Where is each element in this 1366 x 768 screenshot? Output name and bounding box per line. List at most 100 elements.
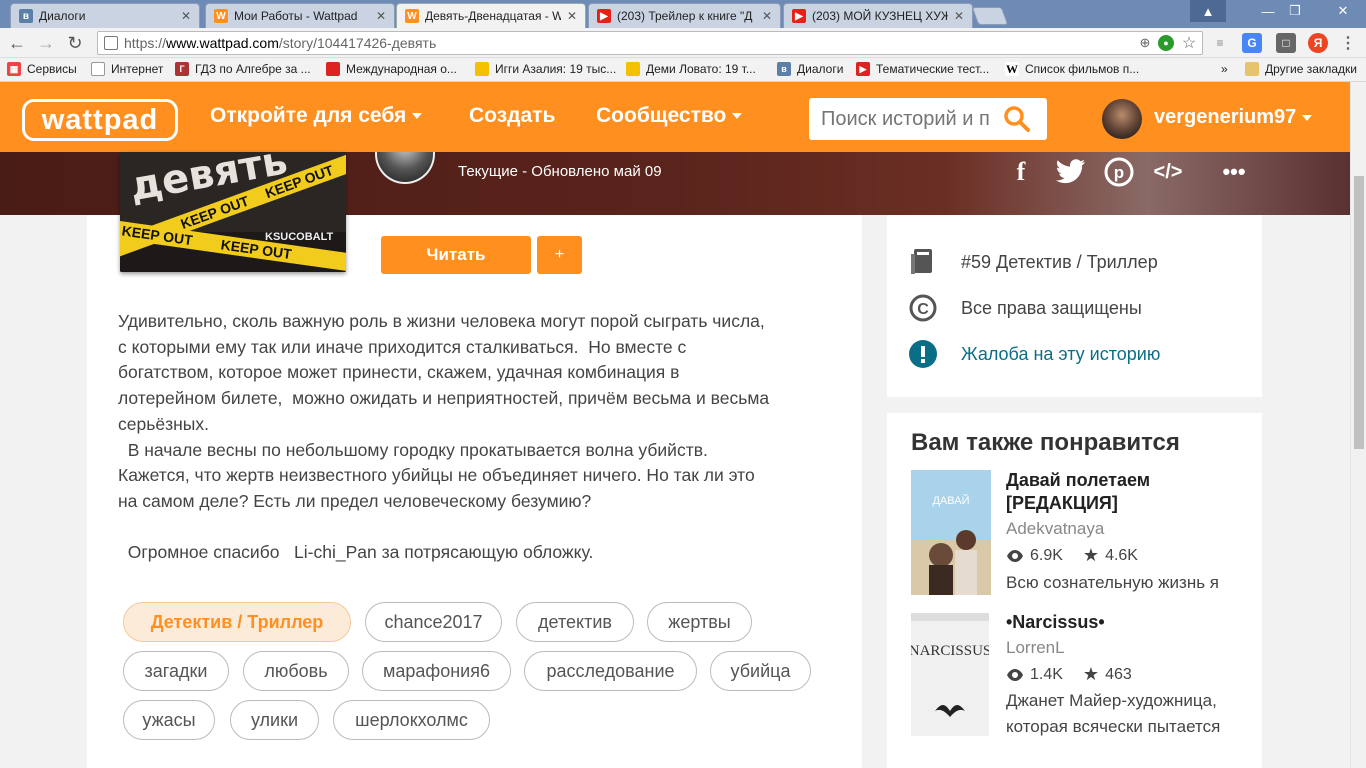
- tag[interactable]: расследование: [524, 651, 697, 691]
- yandex-icon[interactable]: Я: [1308, 33, 1328, 53]
- browser-tab[interactable]: в Диалоги ✕: [10, 3, 200, 28]
- apps-icon: ▦: [7, 62, 21, 76]
- eye-icon: [1006, 549, 1024, 563]
- bookmark-item[interactable]: Игги Азалия: 19 тыс...: [475, 62, 616, 76]
- tag[interactable]: chance2017: [365, 602, 502, 642]
- copyright-label: Все права защищены: [961, 297, 1142, 318]
- close-icon[interactable]: ✕: [376, 9, 386, 23]
- rank-row[interactable]: #59 Детектив / Триллер: [909, 248, 1158, 276]
- tag[interactable]: улики: [230, 700, 319, 740]
- vk-icon: в: [777, 62, 791, 76]
- rec-cover[interactable]: ДАВАЙ: [911, 470, 991, 595]
- page-info-icon[interactable]: [104, 36, 118, 50]
- browser-tab[interactable]: W Мои Работы - Wattpad ✕: [205, 3, 395, 28]
- nav-create-label: Создать: [469, 104, 556, 127]
- read-button[interactable]: Читать: [381, 236, 531, 274]
- user-menu[interactable]: vergenerium97: [1154, 106, 1313, 129]
- embed-icon[interactable]: </>: [1152, 157, 1184, 187]
- copyright-row: C Все права защищены: [909, 294, 1142, 322]
- bookmark-item[interactable]: Деми Ловато: 19 т...: [626, 62, 756, 76]
- maximize-icon[interactable]: ❐: [1277, 0, 1313, 22]
- bookmark-item[interactable]: ▦ Сервисы: [7, 62, 77, 76]
- bookmark-item[interactable]: в Диалоги: [777, 62, 843, 76]
- zoom-icon[interactable]: ⊕: [1136, 34, 1154, 52]
- extension-icon[interactable]: □: [1276, 33, 1296, 53]
- browser-tab[interactable]: ▶ (203) МОЙ КУЗНЕЦ ХУЖ ✕: [783, 3, 973, 28]
- profile-icon[interactable]: ▲: [1190, 0, 1226, 22]
- bookmark-item[interactable]: ▶ Тематические тест...: [856, 62, 989, 76]
- bookmark-label: Сервисы: [27, 62, 77, 76]
- rec-description: Джанет Майер-художница, которая всячески…: [1006, 691, 1221, 736]
- search-icon[interactable]: [1003, 105, 1031, 133]
- tag[interactable]: любовь: [243, 651, 349, 691]
- bookmark-label: Игги Азалия: 19 тыс...: [495, 62, 617, 76]
- scrollbar-thumb[interactable]: [1354, 176, 1364, 449]
- alert-icon: [909, 340, 937, 368]
- avatar[interactable]: [1102, 99, 1142, 139]
- rec-cover-text: NARCISSUS: [911, 643, 989, 659]
- tag-primary[interactable]: Детектив / Триллер: [123, 602, 351, 642]
- close-icon[interactable]: ✕: [762, 9, 772, 23]
- bookmark-item[interactable]: W Список фильмов п...: [1005, 62, 1139, 76]
- yellow-icon: [475, 62, 489, 76]
- close-window-icon[interactable]: ✕: [1320, 0, 1366, 22]
- address-bar[interactable]: https://www.wattpad.com/story/104417426-…: [97, 31, 1203, 55]
- bookmark-item[interactable]: Международная о...: [326, 62, 457, 76]
- page-icon: [91, 62, 105, 76]
- rec-title[interactable]: •Narcissus•: [1006, 611, 1246, 634]
- close-icon[interactable]: ✕: [954, 9, 964, 23]
- bookmark-item[interactable]: Интернет: [91, 62, 163, 76]
- nav-discover[interactable]: Откройте для себя: [210, 104, 423, 128]
- translate-icon[interactable]: G: [1242, 33, 1262, 53]
- close-icon[interactable]: ✕: [181, 9, 191, 23]
- back-icon[interactable]: ←: [6, 32, 28, 54]
- pinterest-icon[interactable]: p: [1104, 157, 1134, 187]
- youtube-icon: ▶: [792, 9, 806, 23]
- new-tab-button[interactable]: [971, 7, 1009, 25]
- search-input[interactable]: [809, 107, 999, 131]
- recommendations-panel: Вам также понравится ДАВАЙ Давай полетае…: [887, 413, 1262, 768]
- tag[interactable]: шерлокхолмс: [333, 700, 490, 740]
- more-bookmarks-label: »: [1221, 62, 1228, 76]
- twitter-icon[interactable]: [1054, 157, 1086, 187]
- lock-icon[interactable]: ●: [1158, 35, 1174, 51]
- rec-author[interactable]: Adekvatnaya: [1006, 519, 1104, 539]
- other-bookmarks[interactable]: Другие закладки: [1245, 62, 1357, 76]
- tag[interactable]: ужасы: [123, 700, 215, 740]
- reload-icon[interactable]: ↻: [64, 32, 86, 54]
- nav-community[interactable]: Сообщество: [596, 104, 743, 128]
- wattpad-icon: W: [214, 9, 228, 23]
- forward-icon[interactable]: →: [35, 32, 57, 54]
- story-info-panel: #59 Детектив / Триллер C Все права защищ…: [887, 215, 1262, 397]
- facebook-icon[interactable]: f: [1010, 157, 1032, 187]
- votes-count: 463: [1105, 665, 1132, 683]
- reader-icon[interactable]: ≡: [1210, 33, 1230, 53]
- page-scrollbar[interactable]: [1350, 82, 1366, 768]
- report-row[interactable]: Жалоба на эту историю: [909, 340, 1160, 368]
- tag[interactable]: жертвы: [647, 602, 752, 642]
- rec-author[interactable]: LorrenL: [1006, 638, 1065, 658]
- browser-tab[interactable]: ▶ (203) Трейлер к книге "Д ✕: [588, 3, 781, 28]
- menu-icon[interactable]: ⋮: [1338, 33, 1358, 53]
- more-icon[interactable]: •••: [1217, 157, 1251, 187]
- bookmark-item[interactable]: Г ГДЗ по Алгебре за ...: [175, 62, 311, 76]
- tag[interactable]: детектив: [516, 602, 634, 642]
- rec-cover[interactable]: NARCISSUS: [911, 613, 989, 736]
- story-description: Удивительно, сколь важную роль в жизни ч…: [118, 311, 770, 563]
- star-icon[interactable]: ☆: [1180, 34, 1198, 52]
- browser-toolbar: ← → ↻ https://www.wattpad.com/story/1044…: [0, 28, 1366, 58]
- more-bookmarks-button[interactable]: »: [1221, 62, 1228, 76]
- story-cover[interactable]: девять KEEP OUT KEEP OUT KEEP OUT KEEP O…: [120, 152, 346, 272]
- add-to-library-button[interactable]: +: [537, 236, 582, 274]
- tag[interactable]: марафония6: [362, 651, 511, 691]
- tag[interactable]: загадки: [123, 651, 229, 691]
- close-icon[interactable]: ✕: [567, 9, 577, 23]
- wattpad-logo[interactable]: wattpad: [22, 99, 178, 141]
- tag[interactable]: убийца: [710, 651, 811, 691]
- folder-icon: [1245, 62, 1259, 76]
- wattpad-header: wattpad Откройте для себя Создать Сообще…: [0, 82, 1350, 152]
- browser-tab-active[interactable]: W Девять-Двенадцатая - W ✕: [396, 3, 586, 28]
- rec-title[interactable]: Давай полетаем [РЕДАКЦИЯ]: [1006, 469, 1246, 515]
- nav-create[interactable]: Создать: [469, 104, 555, 128]
- report-link[interactable]: Жалоба на эту историю: [961, 344, 1160, 365]
